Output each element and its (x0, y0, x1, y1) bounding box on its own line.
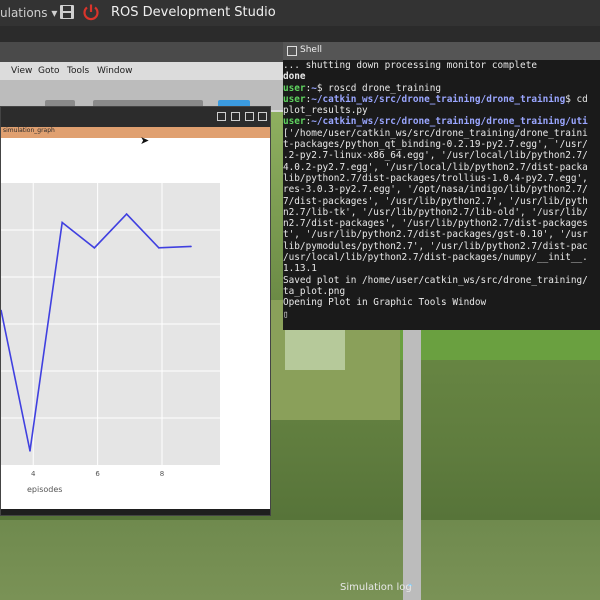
data-point (158, 247, 160, 249)
shell-line: .2-py2.7-linux-x86_64.egg', '/usr/local/… (283, 150, 600, 161)
scene-wall (285, 330, 345, 370)
data-point (93, 247, 96, 249)
shell-line: lib/python2.7/dist-packages/trollius-1.0… (283, 173, 600, 184)
simulations-menu[interactable]: ulations ▾ (0, 6, 57, 20)
app-title: ROS Development Studio (111, 5, 276, 20)
shell-text: n2.7/lib-tk', '/usr/lib/python2.7/lib-ol… (283, 206, 588, 218)
shell-line: ta_plot.png (283, 286, 600, 297)
shell-title: Shell (300, 45, 322, 55)
close-icon[interactable] (258, 112, 267, 121)
simulations-menu-label: ulations (0, 6, 48, 20)
shell-text: ~/catkin_ws/src/drone_training/drone_tra… (311, 116, 588, 128)
chevron-up-icon[interactable]: ⌃ (406, 583, 414, 594)
shell-text: t', '/usr/lib/python2.7/dist-packages/gs… (283, 229, 588, 241)
shell-text: user (283, 116, 306, 128)
shell-text: res-3.0.3-py2.7.egg', '/opt/nasa/indigo/… (283, 184, 588, 196)
shell-text: .2-py2.7-linux-x86_64.egg', '/usr/local/… (283, 150, 588, 162)
panel-divider (0, 26, 600, 42)
shell-text: n2.7/dist-packages', '/usr/lib/python2.7… (283, 218, 588, 230)
menu-item-tools[interactable]: Tools (67, 66, 89, 76)
x-tick-label: 8 (160, 470, 164, 478)
menu-item-window[interactable]: Window (97, 66, 133, 76)
shell-text: ['/home/user/catkin_ws/src/drone_trainin… (283, 127, 588, 139)
shell-line: Opening Plot in Graphic Tools Window (283, 297, 600, 308)
shell-text: 4.0.2-py2.7.egg', '/usr/local/lib/python… (283, 161, 588, 173)
shell-text: t-packages/python_qt_binding-0.2.19-py2.… (283, 139, 588, 151)
shell-text: ▯ (283, 308, 289, 320)
shell-line: Saved plot in /home/user/catkin_ws/src/d… (283, 275, 600, 286)
menu-item-goto[interactable]: Goto (38, 66, 60, 76)
shell-line: ... shutting down processing monitor com… (283, 60, 600, 71)
power-icon[interactable] (82, 3, 100, 21)
plot-window-footer (1, 509, 270, 515)
shell-line: ▯ (283, 309, 600, 320)
chevron-down-icon: ▾ (51, 6, 58, 20)
shell-text: $ cd (565, 93, 588, 105)
shell-text: 1.13.1 (283, 263, 317, 275)
shell-line: done (283, 71, 600, 82)
shell-line: user:~/catkin_ws/src/drone_training/dron… (283, 116, 600, 127)
shell-line: n2.7/lib-tk', '/usr/lib/python2.7/lib-ol… (283, 207, 600, 218)
data-point (190, 245, 192, 248)
plot-window: simulation_graph 4 6 8 episodes (0, 106, 271, 516)
shell-text: plot_results.py (283, 105, 368, 117)
shell-text: $ roscd drone_training (316, 82, 442, 94)
maximize-icon[interactable] (245, 112, 254, 121)
data-point (61, 221, 63, 224)
shell-line: plot_results.py (283, 105, 600, 116)
shell-titlebar: Shell (283, 42, 600, 60)
shell-line: lib/pymodules/python2.7', '/usr/lib/pyth… (283, 241, 600, 252)
shell-text: Opening Plot in Graphic Tools Window (283, 297, 487, 309)
shell-line: ['/home/user/catkin_ws/src/drone_trainin… (283, 128, 600, 139)
x-tick-label: 6 (95, 470, 100, 478)
restore-icon[interactable] (217, 112, 226, 121)
shell-line: n2.7/dist-packages', '/usr/lib/python2.7… (283, 218, 600, 229)
mouse-cursor-icon: ➤ (140, 134, 150, 147)
terminal-icon (287, 46, 297, 56)
x-tick-label: 4 (31, 470, 36, 478)
shell-text: ... shutting down processing monitor com… (283, 60, 537, 71)
shell-window[interactable]: Shell ... shutting down processing monit… (283, 42, 600, 330)
shell-line: user:~/catkin_ws/src/drone_training/dron… (283, 94, 600, 105)
shell-text: ~/catkin_ws/src/drone_training/drone_tra… (311, 93, 566, 105)
shell-text: user (283, 93, 306, 105)
shell-text: ta_plot.png (283, 285, 346, 297)
shell-line: t-packages/python_qt_binding-0.2.19-py2.… (283, 139, 600, 150)
shell-line: user:~$ roscd drone_training (283, 83, 600, 94)
plot-window-titlebar[interactable] (1, 107, 270, 127)
plot-subwindow-title: simulation_graph (3, 127, 55, 134)
save-icon[interactable] (59, 4, 75, 20)
shell-line: t', '/usr/lib/python2.7/dist-packages/gs… (283, 229, 600, 240)
scene-pillar (403, 330, 421, 600)
shell-text: lib/python2.7/dist-packages/trollius-1.0… (283, 172, 588, 184)
graphic-tools-menubar: View Goto Tools Window (0, 62, 285, 80)
shell-line: 7/dist-packages', '/usr/lib/python2.7', … (283, 196, 600, 207)
data-point (125, 213, 128, 215)
shell-line: /usr/local/lib/python2.7/dist-packages/n… (283, 252, 600, 263)
top-bar: ulations ▾ ROS Development Studio (0, 0, 600, 26)
shell-output[interactable]: ... shutting down processing monitor com… (283, 60, 600, 330)
shell-line: 1.13.1 (283, 263, 600, 274)
minimize-icon[interactable] (231, 112, 240, 121)
shell-text: /usr/local/lib/python2.7/dist-packages/n… (283, 252, 588, 264)
menu-item-view[interactable]: View (11, 66, 32, 76)
shell-text: user (283, 82, 306, 94)
data-point (29, 450, 31, 452)
shell-text: done (283, 71, 306, 83)
plot-subwindow-titlebar: simulation_graph (1, 127, 270, 138)
simulation-log-button[interactable]: Simulation log (340, 582, 412, 593)
plot-canvas: 4 6 8 episodes (1, 138, 270, 509)
shell-text: lib/pymodules/python2.7', '/usr/lib/pyth… (283, 240, 588, 252)
scene-ground (0, 520, 600, 600)
shell-line: 4.0.2-py2.7.egg', '/usr/local/lib/python… (283, 162, 600, 173)
shell-text: Saved plot in /home/user/catkin_ws/src/d… (283, 274, 588, 286)
shell-text: 7/dist-packages', '/usr/lib/python2.7', … (283, 195, 588, 207)
shell-line: res-3.0.3-py2.7.egg', '/opt/nasa/indigo/… (283, 184, 600, 195)
x-axis-label: episodes (27, 485, 62, 494)
graphic-tools-titlebar (0, 42, 285, 62)
